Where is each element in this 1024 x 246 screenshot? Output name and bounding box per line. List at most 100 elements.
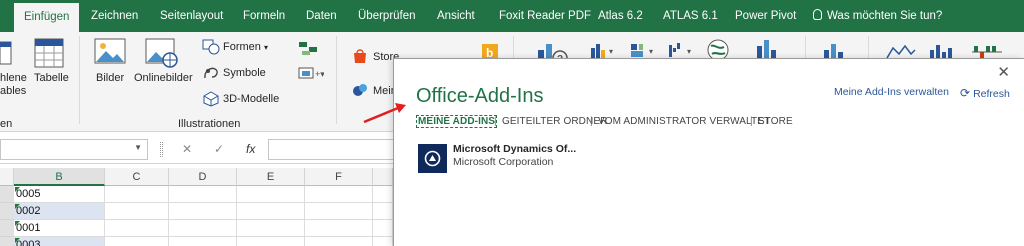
- chevron-down-icon[interactable]: ▼: [134, 143, 142, 152]
- svg-text:▾: ▾: [649, 47, 653, 56]
- column-header-next[interactable]: [373, 168, 393, 186]
- row-header[interactable]: [0, 220, 14, 237]
- cell-c[interactable]: [105, 237, 169, 246]
- column-chart-icon[interactable]: ▾: [590, 42, 620, 58]
- cell-g[interactable]: [373, 203, 393, 220]
- tab-atlas-6-2[interactable]: Atlas 6.2: [598, 0, 643, 32]
- confirm-entry-button[interactable]: ✓: [214, 139, 224, 160]
- online-pictures-icon[interactable]: [145, 38, 179, 68]
- tab-formeln[interactable]: Formeln: [243, 0, 285, 32]
- cell-d[interactable]: [169, 186, 237, 203]
- error-indicator-icon: [15, 204, 20, 209]
- tab-foxit-reader-pdf[interactable]: Foxit Reader PDF: [499, 0, 591, 32]
- tab-atlas-6-1[interactable]: ATLAS 6.1: [663, 0, 718, 32]
- row-header[interactable]: [0, 203, 14, 220]
- tab-separator: |: [750, 116, 753, 127]
- cell-g[interactable]: [373, 237, 393, 246]
- 3d-models-icon[interactable]: [202, 91, 220, 107]
- cell-e[interactable]: [237, 237, 305, 246]
- manage-addins-link[interactable]: Meine Add-Ins verwalten: [834, 86, 949, 98]
- select-all-corner[interactable]: [0, 168, 14, 186]
- cell-f[interactable]: [305, 237, 373, 246]
- svg-text:▾: ▾: [609, 47, 613, 56]
- symbole-label[interactable]: Symbole: [223, 67, 266, 79]
- cell-c[interactable]: [105, 220, 169, 237]
- shapes-icon[interactable]: [202, 39, 220, 55]
- cell-c[interactable]: [105, 186, 169, 203]
- tab-meine-add-ins[interactable]: MEINE ADD-INS: [416, 115, 498, 128]
- error-indicator-icon: [15, 221, 20, 226]
- tab-separator: |: [590, 116, 593, 127]
- tab-seitenlayout[interactable]: Seitenlayout: [160, 0, 223, 32]
- table-icon[interactable]: [34, 38, 64, 68]
- tab-daten[interactable]: Daten: [306, 0, 337, 32]
- tab-ansicht[interactable]: Ansicht: [437, 0, 475, 32]
- tab-einfuegen[interactable]: Einfügen: [14, 3, 80, 32]
- cell-d[interactable]: [169, 237, 237, 246]
- excel-window: Einfügen Zeichnen Seitenlayout Formeln D…: [0, 0, 1024, 246]
- formen-label[interactable]: Formen ▾: [223, 41, 268, 53]
- tab-ueberpruefen[interactable]: Überprüfen: [358, 0, 416, 32]
- tab-power-pivot[interactable]: Power Pivot: [735, 0, 796, 32]
- name-box[interactable]: ▼: [0, 139, 148, 160]
- column-header-d[interactable]: D: [169, 168, 237, 186]
- addin-name: Microsoft Dynamics Of...: [453, 143, 577, 155]
- cell-f[interactable]: [305, 203, 373, 220]
- insert-function-button[interactable]: fx: [246, 139, 255, 160]
- lightbulb-icon: [813, 9, 822, 20]
- cell-d[interactable]: [169, 203, 237, 220]
- hierarchy-chart-icon[interactable]: ▾: [630, 42, 660, 58]
- refresh-button[interactable]: ⟳ Refresh: [960, 86, 1010, 100]
- close-icon[interactable]: ✕: [997, 63, 1010, 81]
- error-indicator-icon: [15, 187, 20, 192]
- cell-e[interactable]: [237, 186, 305, 203]
- ribbon-separator: [336, 36, 337, 124]
- addin-publisher: Microsoft Corporation: [453, 156, 554, 168]
- cell-f[interactable]: [305, 220, 373, 237]
- ribbon-tab-bar: Einfügen Zeichnen Seitenlayout Formeln D…: [0, 0, 1024, 32]
- screenshot-icon[interactable]: +▾: [298, 66, 324, 80]
- row-header[interactable]: [0, 237, 14, 246]
- tab-zeichnen[interactable]: Zeichnen: [91, 0, 138, 32]
- cell-d[interactable]: [169, 220, 237, 237]
- icons-symbol-icon[interactable]: [202, 65, 220, 81]
- dynamics-icon: [418, 144, 447, 173]
- tab-separator: |: [494, 116, 497, 127]
- tell-me-label: Was möchten Sie tun?: [827, 10, 943, 22]
- column-header-e[interactable]: E: [237, 168, 305, 186]
- row-header[interactable]: [0, 186, 14, 203]
- recommended-tables-label-line2: ables: [0, 85, 27, 97]
- 3d-modelle-label[interactable]: 3D-Modelle: [223, 93, 279, 105]
- recommended-pivot-icon[interactable]: [0, 40, 12, 66]
- tabelle-label: Tabelle: [34, 72, 69, 84]
- cell-c[interactable]: [105, 203, 169, 220]
- cell-b[interactable]: 0001: [14, 220, 105, 237]
- column-header-c[interactable]: C: [105, 168, 169, 186]
- cell-g[interactable]: [373, 220, 393, 237]
- cancel-entry-button[interactable]: ✕: [182, 139, 192, 160]
- smartart-icon[interactable]: [298, 40, 318, 56]
- store-icon[interactable]: [352, 48, 368, 64]
- column-header-f[interactable]: F: [305, 168, 373, 186]
- cell-g[interactable]: [373, 186, 393, 203]
- cell-e[interactable]: [237, 203, 305, 220]
- cell-b[interactable]: 0002: [14, 203, 105, 220]
- tab-vom-administrator-verwaltet[interactable]: VOM ADMINISTRATOR VERWALTET: [598, 116, 770, 127]
- cell-b[interactable]: 0003: [14, 237, 105, 246]
- ribbon-separator: [79, 36, 80, 124]
- pictures-icon[interactable]: [94, 38, 126, 68]
- tab-store[interactable]: STORE: [758, 116, 793, 127]
- illustrationen-group-label: Illustrationen: [178, 118, 241, 130]
- cell-e[interactable]: [237, 220, 305, 237]
- cell-b[interactable]: 0005: [14, 186, 105, 203]
- cell-f[interactable]: [305, 186, 373, 203]
- waterfall-chart-icon[interactable]: ▾: [668, 42, 698, 58]
- onlinebilder-label: Onlinebilder: [134, 72, 193, 84]
- my-addins-icon[interactable]: [352, 82, 368, 98]
- recommended-tables-label-line1: hlene: [0, 72, 27, 84]
- office-addins-dialog: ✕ Office-Add-Ins Meine Add-Ins verwalten…: [393, 58, 1024, 246]
- column-header-b[interactable]: B: [14, 168, 105, 186]
- formula-bar-grip[interactable]: [160, 142, 163, 157]
- dialog-title: Office-Add-Ins: [416, 85, 544, 107]
- tell-me-search[interactable]: Was möchten Sie tun?: [813, 0, 942, 32]
